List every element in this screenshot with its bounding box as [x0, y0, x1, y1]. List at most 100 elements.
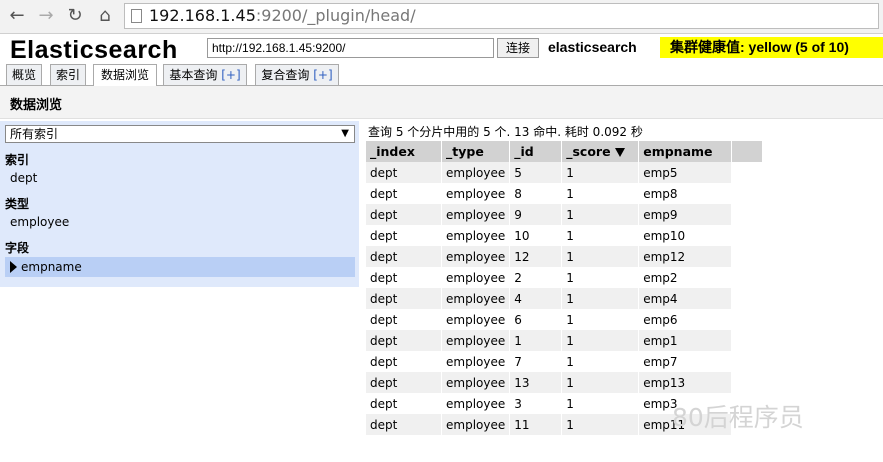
table-cell: 1: [561, 267, 640, 288]
table-row[interactable]: dept employee 7 1 emp7: [366, 351, 763, 372]
tab-overview[interactable]: 概览: [6, 64, 42, 85]
table-row[interactable]: dept employee 6 1 emp6: [366, 309, 763, 330]
table-cell: dept: [366, 183, 442, 204]
sidebar-item-employee[interactable]: employee: [5, 212, 355, 232]
forward-arrow-icon[interactable]: →: [35, 5, 57, 27]
table-row[interactable]: dept employee 13 1 emp13: [366, 372, 763, 393]
results-table: _index _type _id _score empname dept empl…: [366, 141, 764, 435]
tab-plus: [+]: [313, 68, 333, 82]
table-cell: dept: [366, 309, 442, 330]
column-header-id[interactable]: _id: [509, 141, 563, 162]
table-cell: 1: [561, 225, 640, 246]
connect-button[interactable]: 连接: [497, 38, 539, 58]
table-cell: 1: [561, 372, 640, 393]
table-row[interactable]: dept employee 2 1 emp2: [366, 267, 763, 288]
table-row[interactable]: dept employee 5 1 emp5: [366, 162, 763, 183]
group-label-field: 字段: [5, 241, 30, 255]
table-cell: dept: [366, 372, 442, 393]
connection-url-input[interactable]: http://192.168.1.45:9200/: [207, 38, 494, 58]
table-cell: 1: [561, 330, 640, 351]
tab-browser[interactable]: 数据浏览: [93, 64, 157, 86]
page-icon: [131, 9, 142, 23]
column-label: empname: [643, 144, 713, 159]
tab-label: 概览: [11, 68, 36, 82]
column-label: _index: [370, 144, 415, 159]
table-cell: dept: [366, 330, 442, 351]
table-cell: 1: [561, 351, 640, 372]
table-cell: 1: [561, 183, 640, 204]
table-cell: employee: [441, 204, 511, 225]
tab-indices[interactable]: 索引: [50, 64, 86, 85]
table-cell: dept: [366, 414, 442, 435]
table-cell: emp10: [638, 225, 733, 246]
sidebar-item-empname[interactable]: empname: [5, 257, 355, 277]
table-row[interactable]: dept employee 8 1 emp8: [366, 183, 763, 204]
table-cell: 9: [509, 204, 563, 225]
section-title: 数据浏览: [10, 98, 63, 113]
cluster-health-badge: 集群健康值: yellow (5 of 10): [660, 37, 883, 58]
tab-compound-query[interactable]: 复合查询 [+]: [255, 64, 339, 85]
browser-toolbar: ← → ↻ ⌂ 192.168.1.45:9200/_plugin/head/: [0, 0, 883, 34]
index-select-value: 所有索引: [10, 127, 59, 141]
expand-triangle-icon: [10, 261, 17, 273]
tab-basic-query[interactable]: 基本查询 [+]: [163, 64, 247, 85]
table-cell: dept: [366, 393, 442, 414]
table-cell: 1: [561, 162, 640, 183]
table-row[interactable]: dept employee 12 1 emp12: [366, 246, 763, 267]
table-row[interactable]: dept employee 10 1 emp10: [366, 225, 763, 246]
table-cell: employee: [441, 309, 511, 330]
table-cell: 1: [561, 288, 640, 309]
table-cell: employee: [441, 372, 511, 393]
column-header-score[interactable]: _score: [561, 141, 640, 162]
table-cell: employee: [441, 225, 511, 246]
field-label: empname: [21, 260, 82, 274]
address-bar[interactable]: 192.168.1.45:9200/_plugin/head/: [124, 3, 879, 29]
table-cell: 4: [509, 288, 563, 309]
table-cell: emp8: [638, 183, 733, 204]
table-cell: employee: [441, 330, 511, 351]
table-cell: employee: [441, 246, 511, 267]
table-cell: 1: [509, 330, 563, 351]
table-cell: 1: [561, 204, 640, 225]
table-cell: 2: [509, 267, 563, 288]
sort-desc-icon: [614, 148, 625, 157]
table-cell: 1: [561, 393, 640, 414]
cluster-name: elasticsearch: [548, 39, 637, 55]
results-header-row: _index _type _id _score empname: [366, 141, 764, 162]
index-select[interactable]: 所有索引 ▼: [5, 125, 355, 143]
table-cell: employee: [441, 393, 511, 414]
table-cell: 11: [509, 414, 563, 435]
table-cell: emp4: [638, 288, 733, 309]
table-cell: emp1: [638, 330, 733, 351]
table-cell: emp6: [638, 309, 733, 330]
table-cell: emp13: [638, 372, 733, 393]
column-header-index[interactable]: _index: [366, 141, 442, 162]
tab-label: 数据浏览: [100, 68, 149, 82]
table-cell: emp2: [638, 267, 733, 288]
query-summary: 查询 5 个分片中用的 5 个. 13 命中. 耗时 0.092 秒: [368, 125, 643, 139]
column-header-type[interactable]: _type: [441, 141, 511, 162]
back-arrow-icon[interactable]: ←: [6, 5, 28, 27]
table-row[interactable]: dept employee 9 1 emp9: [366, 204, 763, 225]
home-icon[interactable]: ⌂: [94, 5, 116, 27]
table-cell: 1: [561, 246, 640, 267]
watermark-text: 80后程序员: [672, 403, 804, 432]
url-host: 192.168.1.45: [149, 6, 256, 25]
table-cell: 5: [509, 162, 563, 183]
table-row[interactable]: dept employee 4 1 emp4: [366, 288, 763, 309]
column-header-empname[interactable]: empname: [638, 141, 733, 162]
table-row[interactable]: dept employee 1 1 emp1: [366, 330, 763, 351]
table-cell: emp12: [638, 246, 733, 267]
tab-label: 基本查询: [169, 68, 218, 82]
table-cell: employee: [441, 414, 511, 435]
url-path: :9200/_plugin/head/: [255, 6, 416, 25]
table-cell: dept: [366, 288, 442, 309]
table-cell: employee: [441, 351, 511, 372]
table-cell: 7: [509, 351, 563, 372]
tab-label: 复合查询: [261, 68, 310, 82]
sidebar-item-dept[interactable]: dept: [5, 168, 355, 188]
reload-icon[interactable]: ↻: [64, 5, 86, 27]
column-label: _type: [446, 144, 484, 159]
filter-sidebar: 所有索引 ▼ 索引 dept 类型 employee 字段 empname: [0, 121, 359, 287]
table-cell: employee: [441, 267, 511, 288]
